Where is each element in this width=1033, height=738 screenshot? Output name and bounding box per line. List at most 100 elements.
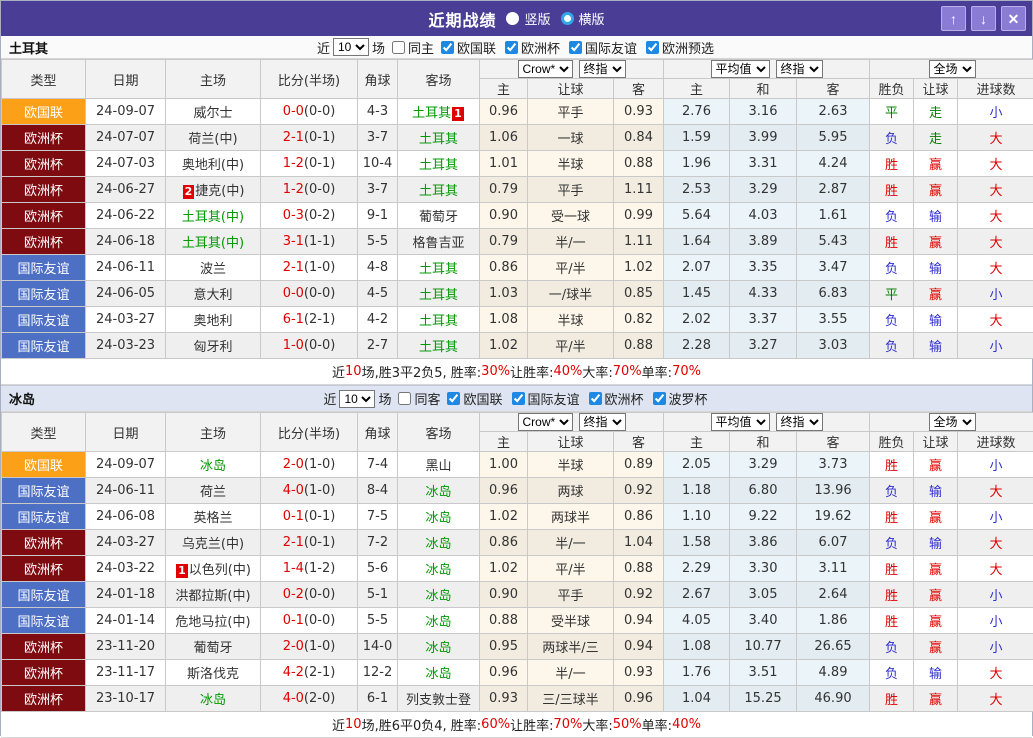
avg-away-odds-cell: 1.86 [797, 608, 870, 634]
summary-row: 近10场,胜6平0负4, 胜率:60% 让胜率:70% 大率:50% 单率:40… [1, 712, 1032, 738]
crow-handicap-cell: 三/三球半 [528, 686, 614, 712]
corner-cell: 10-4 [358, 151, 398, 177]
date-cell: 24-09-07 [86, 452, 166, 478]
move-down-button[interactable]: ↓ [971, 6, 996, 31]
avg-away-odds-cell: 2.64 [797, 582, 870, 608]
games-count-select[interactable]: 10 [339, 390, 375, 408]
summary-text: 40% [553, 364, 582, 379]
league-filter-checkbox[interactable] [646, 41, 659, 54]
period-select[interactable]: 全场 [929, 413, 976, 431]
summary-text: 70% [672, 364, 701, 379]
league-filter-checkbox[interactable] [512, 392, 525, 405]
home-team-cell: 1以色列(中) [166, 556, 261, 582]
avg-draw-odds-cell: 3.86 [730, 530, 797, 556]
crow-away-odds-cell: 0.88 [614, 151, 664, 177]
games-label: 场 [372, 38, 385, 57]
league-filter-checkbox[interactable] [441, 41, 454, 54]
league-filter-label: 欧国联 [457, 38, 496, 57]
sections-container: 土耳其 近 10 场 同主 欧国联欧洲杯国际友谊欧洲预选 类型日期主场比分(半场… [1, 36, 1032, 738]
away-team-cell: 土耳其 [398, 177, 480, 203]
handicap-result-cell: 赢 [914, 634, 958, 660]
average-select[interactable]: 平均值 [711, 60, 770, 78]
league-type-cell: 欧国联 [2, 452, 86, 478]
crow-away-odds-cell: 0.88 [614, 333, 664, 359]
crow-handicap-cell: 半球 [528, 452, 614, 478]
avg-away-odds-cell: 3.55 [797, 307, 870, 333]
score-cell: 2-1(0-1) [261, 530, 358, 556]
winloss-result-cell: 平 [870, 281, 914, 307]
avg-draw-odds-cell: 3.30 [730, 556, 797, 582]
home-team-cell: 荷兰(中) [166, 125, 261, 151]
filter-controls: 近 10 场 同客 欧国联国际友谊欧洲杯波罗杯 [1, 389, 1032, 408]
league-filter-checkbox[interactable] [505, 41, 518, 54]
score-cell: 0-2(0-0) [261, 582, 358, 608]
move-up-button[interactable]: ↑ [941, 6, 966, 31]
bookmaker-select[interactable]: Crow* [518, 413, 573, 431]
league-filter-label: 欧洲预选 [662, 38, 714, 57]
league-filter-checkbox[interactable] [447, 392, 460, 405]
odds-time-select[interactable]: 终指 [579, 60, 626, 78]
fulltime-score: 0-3 [283, 208, 304, 223]
avg-draw-odds-cell: 3.31 [730, 151, 797, 177]
same-venue-checkbox[interactable] [398, 392, 411, 405]
score-cell: 0-0(0-0) [261, 99, 358, 125]
avg-draw-odds-cell: 3.05 [730, 582, 797, 608]
crow-handicap-cell: 平/半 [528, 255, 614, 281]
average-select[interactable]: 平均值 [711, 413, 770, 431]
away-team-cell: 土耳其 [398, 307, 480, 333]
radio-vertical-layout[interactable]: 竖版 [506, 9, 550, 28]
winloss-result-cell: 胜 [870, 177, 914, 203]
crow-home-odds-cell: 1.06 [480, 125, 528, 151]
period-select[interactable]: 全场 [929, 60, 976, 78]
column-header: 角球 [358, 413, 398, 452]
corner-cell: 5-5 [358, 229, 398, 255]
summary-text: 60% [481, 717, 510, 732]
near-label: 近 [317, 38, 330, 57]
bookmaker-select[interactable]: Crow* [518, 60, 573, 78]
handicap-result-cell: 输 [914, 660, 958, 686]
league-filter-checkbox[interactable] [653, 392, 666, 405]
radio-horizontal-icon [561, 12, 574, 25]
corner-cell: 14-0 [358, 634, 398, 660]
games-count-select[interactable]: 10 [333, 38, 369, 56]
close-button[interactable]: ✕ [1001, 6, 1026, 31]
crow-handicap-cell: 平/半 [528, 556, 614, 582]
crow-handicap-cell: 半/一 [528, 660, 614, 686]
radio-vertical-label: 竖版 [524, 9, 550, 28]
avg-away-odds-cell: 1.61 [797, 203, 870, 229]
winloss-result-cell: 负 [870, 660, 914, 686]
halftime-score: (1-0) [304, 457, 335, 472]
up-arrow-icon: ↑ [950, 12, 957, 26]
away-team-cell: 土耳其 [398, 333, 480, 359]
handicap-result-cell: 赢 [914, 281, 958, 307]
crow-handicap-cell: 半/一 [528, 229, 614, 255]
score-cell: 2-0(1-0) [261, 452, 358, 478]
odds-time-select-2[interactable]: 终指 [776, 60, 823, 78]
radio-horizontal-layout[interactable]: 横版 [561, 9, 605, 28]
crow-handicap-cell: 受一球 [528, 203, 614, 229]
halftime-score: (0-0) [304, 613, 335, 628]
column-header: 比分(半场) [261, 60, 358, 99]
odds-time-select-2[interactable]: 终指 [776, 413, 823, 431]
avg-draw-odds-cell: 3.99 [730, 125, 797, 151]
fulltime-group-header: 全场 [870, 60, 1033, 79]
team-name: 冰岛 [9, 389, 35, 408]
radio-vertical-icon [506, 12, 519, 25]
corner-cell: 12-2 [358, 660, 398, 686]
halftime-score: (2-1) [304, 312, 335, 327]
handicap-result-cell: 赢 [914, 686, 958, 712]
away-team-cell: 土耳其 [398, 125, 480, 151]
date-cell: 24-03-22 [86, 556, 166, 582]
league-filter-checkbox[interactable] [569, 41, 582, 54]
same-venue-checkbox[interactable] [392, 41, 405, 54]
avg-draw-odds-cell: 3.89 [730, 229, 797, 255]
handicap-result-cell: 赢 [914, 608, 958, 634]
crow-home-odds-cell: 0.88 [480, 608, 528, 634]
avg-draw-odds-cell: 3.29 [730, 177, 797, 203]
winloss-result-cell: 胜 [870, 608, 914, 634]
league-filter-checkbox[interactable] [589, 392, 602, 405]
odds-time-select[interactable]: 终指 [579, 413, 626, 431]
halftime-score: (1-0) [304, 639, 335, 654]
avg-home-odds-cell: 1.59 [664, 125, 730, 151]
corner-cell: 4-2 [358, 307, 398, 333]
